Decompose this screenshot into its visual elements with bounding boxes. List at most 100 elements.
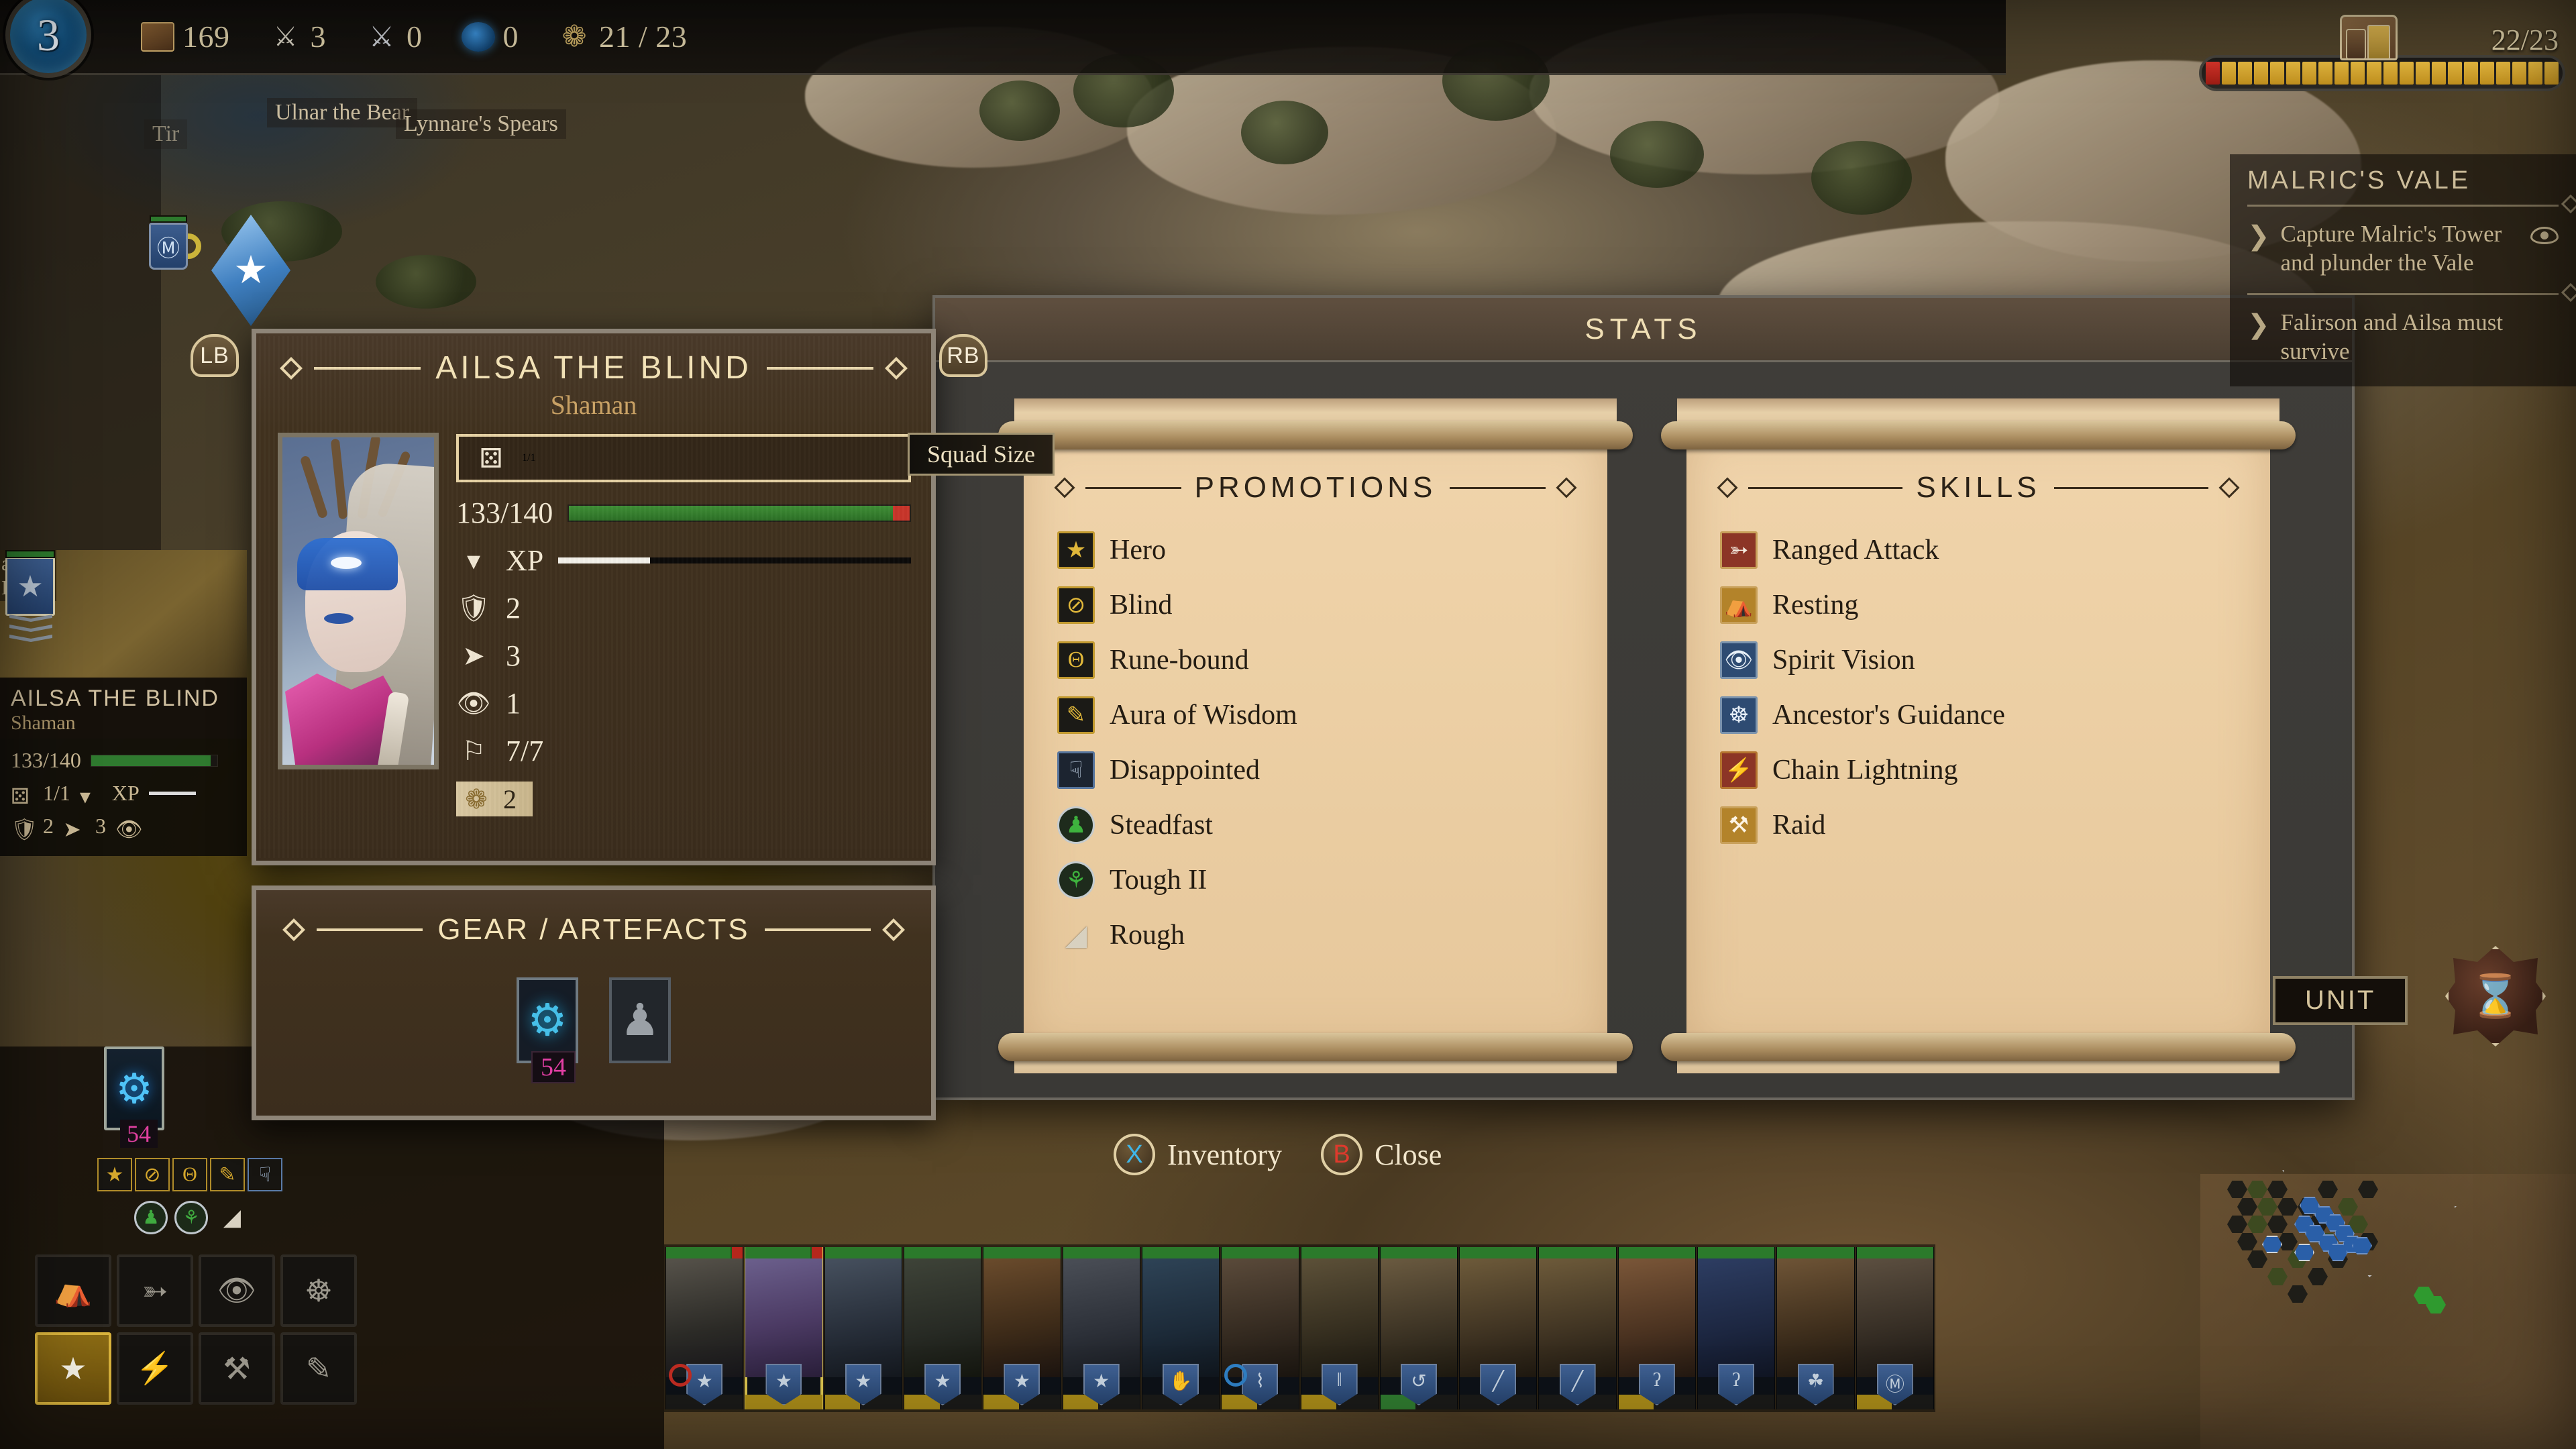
star-icon: ★	[17, 570, 44, 603]
roster-unit-rider-b[interactable]: ʔ	[1697, 1247, 1776, 1409]
map-label-tir: Tir	[144, 119, 188, 149]
eye-icon[interactable]	[2530, 227, 2559, 244]
skill-item[interactable]: ➳ Ranged Attack	[1720, 531, 2237, 569]
promotion-item[interactable]: ⚘ Tough II	[1057, 861, 1574, 899]
promotion-item[interactable]: ⊘ Blind	[1057, 586, 1574, 624]
divider	[314, 366, 421, 370]
map-label-lynnare: Lynnare's Spears	[396, 109, 566, 139]
thumbs-down-icon[interactable]: ☟	[248, 1158, 282, 1191]
equipped-artefact-slot[interactable]: ⚙ 54	[104, 1046, 164, 1148]
skill-item[interactable]: 👁 Spirit Vision	[1720, 641, 2237, 679]
left-unit-card[interactable]: a the Blind ★ AILSA THE BLIND Shaman 133…	[0, 550, 247, 856]
ability-bow[interactable]: ➳	[117, 1254, 193, 1327]
health-bar	[90, 754, 218, 767]
roster-unit-ailsa[interactable]: ★	[745, 1247, 823, 1409]
supply-widget[interactable]: 22/23	[2199, 15, 2565, 91]
roster-unit-falirson[interactable]: ★	[665, 1247, 744, 1409]
quest-objective[interactable]: ❯ Capture Malric's Tower and plunder the…	[2247, 213, 2559, 284]
ability-ancestor[interactable]: ☸	[280, 1254, 357, 1327]
left-card-health-value: 133/140	[11, 748, 81, 772]
resource-food[interactable]: ❁ 21 / 23	[557, 19, 687, 54]
roster-unit-warrior[interactable]: ★	[1062, 1247, 1140, 1409]
roster-unit-bear[interactable]: ☘	[1776, 1247, 1855, 1409]
gear-slot-pouch[interactable]: ♟	[609, 977, 671, 1063]
unit-health-bar	[745, 1247, 822, 1258]
resource-gold-value: 169	[182, 19, 230, 54]
muscle-icon[interactable]: ⚘	[174, 1201, 208, 1234]
ability-spirit-eye[interactable]: 👁	[199, 1254, 275, 1327]
promotion-item[interactable]: ◢ Rough	[1057, 916, 1574, 954]
roster-unit-spearman[interactable]: ‖	[1300, 1247, 1379, 1409]
ability-axe-fire[interactable]: ⚒	[199, 1332, 275, 1405]
character-header: AILSA THE BLIND	[256, 333, 931, 388]
skill-item[interactable]: ⛺ Resting	[1720, 586, 2237, 624]
divider	[1748, 486, 1903, 489]
hourglass-seal-icon[interactable]: ⌛	[2445, 946, 2546, 1046]
skill-item[interactable]: ☸ Ancestor's Guidance	[1720, 696, 2237, 734]
group-icon[interactable]: ♟	[134, 1201, 168, 1234]
promotion-item[interactable]: ♟ Steadfast	[1057, 806, 1574, 844]
ability-scroll[interactable]: ✎	[280, 1332, 357, 1405]
promotion-item[interactable]: Θ Rune-bound	[1057, 641, 1574, 679]
medal-icon[interactable]: ★	[97, 1158, 132, 1191]
skill-item[interactable]: ⚒ Raid	[1720, 806, 2237, 844]
defence-value: 2	[506, 592, 521, 625]
winged-boot-icon: ➤	[63, 816, 81, 841]
shield-icon: 🛡	[456, 593, 491, 623]
resource-armour[interactable]: ⚔ 0	[365, 19, 423, 54]
character-class: Shaman	[550, 390, 637, 420]
promotion-item[interactable]: ☟ Disappointed	[1057, 751, 1574, 789]
b-button-icon: B	[1321, 1134, 1363, 1175]
winged-boot-icon: ➤	[462, 641, 485, 671]
rank-chevrons	[9, 614, 52, 645]
roster-unit-druid[interactable]: ✋	[1141, 1247, 1220, 1409]
roster-unit-rider-a[interactable]: ʔ	[1617, 1247, 1697, 1409]
roster-unit-chieftain[interactable]: Ⓜ	[1856, 1247, 1934, 1409]
rune-pouch-icon[interactable]: Θ	[172, 1158, 207, 1191]
diamond-icon	[280, 356, 303, 380]
resource-food-value: 21 / 23	[599, 19, 688, 54]
unit-health-bar	[5, 550, 55, 558]
promotion-item[interactable]: ✎ Aura of Wisdom	[1057, 696, 1574, 734]
map-unit-flag[interactable]: Ⓜ	[149, 215, 188, 270]
grain-sheaf-icon: ❁	[465, 784, 488, 814]
squad-size-row[interactable]: ⚄ 1/1	[456, 434, 911, 482]
roster-unit-shield[interactable]: ↺	[1379, 1247, 1458, 1409]
rocks-icon: ◢	[1065, 920, 1087, 951]
resource-runes[interactable]: 0	[461, 19, 519, 54]
ability-tent[interactable]: ⛺	[35, 1254, 111, 1327]
map-tree	[1610, 121, 1704, 188]
resource-weapons[interactable]: ⚔ 3	[269, 19, 327, 54]
promotion-item[interactable]: ★ Hero	[1057, 531, 1574, 569]
roster-unit-axeman[interactable]: ⌇	[1221, 1247, 1299, 1409]
close-prompt[interactable]: B Close	[1321, 1134, 1442, 1175]
crossed-eye-icon[interactable]: ⊘	[135, 1158, 170, 1191]
left-card-namebar: AILSA THE BLIND Shaman	[0, 678, 247, 739]
promotion-label: Blind	[1110, 590, 1173, 621]
roster-unit-archer-a[interactable]: ╱	[1459, 1247, 1538, 1409]
quest-objective-text: Capture Malric's Tower and plunder the V…	[2280, 221, 2502, 276]
spiral-rune-icon	[461, 21, 495, 52]
roster-unit-berserker[interactable]: ★	[983, 1247, 1061, 1409]
unit-health-bar	[904, 1247, 981, 1258]
roster-unit-crone[interactable]: ★	[903, 1247, 982, 1409]
left-card-badge: a the Blind ★	[0, 550, 56, 642]
ability-star[interactable]: ★	[35, 1332, 111, 1405]
lightning-icon: ⚡	[1720, 751, 1758, 789]
skill-item[interactable]: ⚡ Chain Lightning	[1720, 751, 2237, 789]
gear-slot-staff[interactable]: ⚙ 54	[517, 977, 578, 1083]
inventory-prompt[interactable]: X Inventory	[1114, 1134, 1282, 1175]
quest-objective[interactable]: ❯ Falirson and Ailsa must survive	[2247, 302, 2559, 372]
roster-unit-rogue[interactable]: ★	[824, 1247, 902, 1409]
bumper-left-button[interactable]: LB	[191, 334, 239, 377]
unit-button[interactable]: UNIT	[2273, 976, 2408, 1025]
ability-lightning[interactable]: ⚡	[117, 1332, 193, 1405]
bumper-right-button[interactable]: RB	[939, 334, 987, 377]
scroll-icon[interactable]: ✎	[210, 1158, 245, 1191]
minimap[interactable]	[2200, 1170, 2576, 1449]
roster-unit-archer-b[interactable]: ╱	[1538, 1247, 1617, 1409]
xp-label: XP	[506, 544, 544, 577]
skills-scroll: SKILLS ➳ Ranged Attack ⛺ Resting 👁 Spiri…	[1661, 398, 2296, 1076]
rocks-icon[interactable]: ◢	[215, 1203, 250, 1232]
resource-gold[interactable]: 169	[141, 19, 230, 54]
